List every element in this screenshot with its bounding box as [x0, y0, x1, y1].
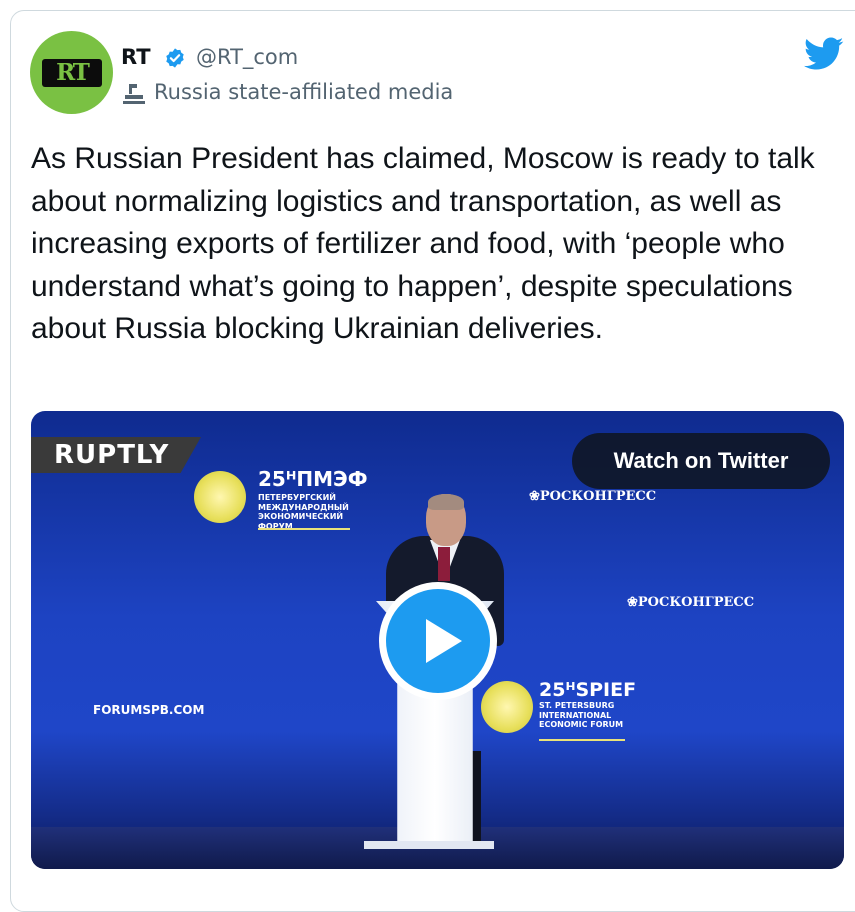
- tweet-text: As Russian President has claimed, Moscow…: [31, 142, 815, 345]
- spief-title: 25ᴴSPIEF: [539, 679, 637, 701]
- roscongress-logo: ❀РОСКОНГРЕСС: [529, 489, 657, 504]
- play-button-circle: [386, 589, 490, 693]
- ruptly-watermark: RUPTLY: [31, 437, 201, 473]
- forum-emblem-icon: [194, 471, 246, 523]
- speaker-hair: [428, 494, 464, 510]
- pmef-title: 25ᴴПМЭФ: [258, 467, 368, 491]
- author-avatar[interactable]: RT: [30, 31, 113, 114]
- divider: [258, 528, 350, 530]
- play-icon: [426, 619, 462, 663]
- twitter-bird-icon[interactable]: [804, 37, 844, 71]
- forum-emblem-icon: [481, 681, 533, 733]
- verified-badge-icon: [166, 48, 184, 68]
- play-button[interactable]: [379, 582, 497, 700]
- podium-base: [364, 841, 494, 849]
- watch-on-twitter-button[interactable]: Watch on Twitter: [572, 433, 830, 489]
- podium-icon: [123, 84, 145, 104]
- video-player[interactable]: 25ᴴПМЭФ ПЕТЕРБУРГСКИЙ МЕЖДУНАРОДНЫЙ ЭКОН…: [31, 411, 844, 869]
- rt-logo: RT: [42, 59, 102, 87]
- speaker-tie: [438, 547, 450, 581]
- state-affiliated-label[interactable]: Russia state-affiliated media: [154, 80, 453, 104]
- author-name[interactable]: RT: [121, 45, 151, 69]
- roscongress-logo: ❀РОСКОНГРЕСС: [627, 595, 755, 610]
- pmef-subtitle: ПЕТЕРБУРГСКИЙ МЕЖДУНАРОДНЫЙ ЭКОНОМИЧЕСКИ…: [258, 493, 349, 531]
- spief-subtitle: ST. PETERSBURG INTERNATIONAL ECONOMIC FO…: [539, 701, 624, 729]
- forum-website: FORUMSPB.COM: [93, 703, 205, 717]
- author-handle[interactable]: @RT_com: [196, 45, 298, 69]
- divider: [539, 739, 625, 741]
